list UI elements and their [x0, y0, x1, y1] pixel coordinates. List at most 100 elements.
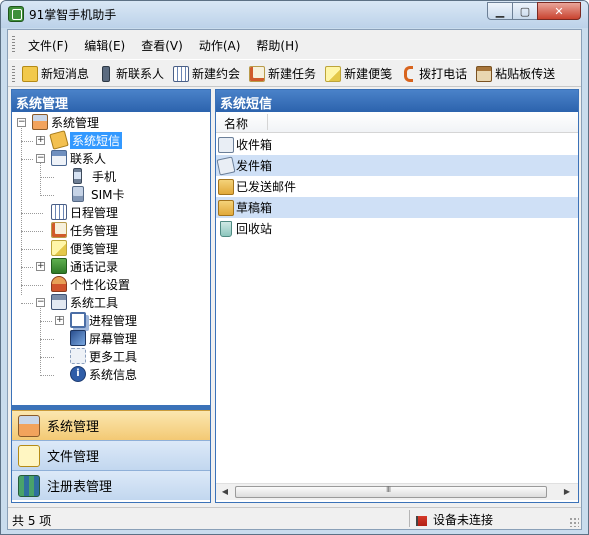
tree-node-label: 任务管理 — [70, 223, 119, 238]
right-panel-header: 系统短信 — [216, 90, 578, 112]
nav-button-label: 注册表管理 — [47, 480, 113, 495]
scroll-right-icon[interactable]: ▶ — [561, 487, 573, 498]
nav-button-label: 系统管理 — [47, 420, 100, 435]
tree-node-mobile[interactable]: 手机 — [70, 167, 116, 185]
tree-node-schedule[interactable]: 日程管理 — [51, 203, 118, 221]
menu-edit[interactable]: 编辑(E) — [84, 37, 125, 54]
tree-node-system-info[interactable]: i 系统信息 — [70, 365, 137, 383]
note-icon — [325, 65, 342, 82]
tree-node-tasks[interactable]: 任务管理 — [51, 221, 118, 239]
connection-status-label: 设备未连接 — [433, 513, 494, 527]
tree-node-label: 联系人 — [70, 151, 107, 166]
tree-node-label: SIM卡 — [91, 187, 125, 202]
menu-file[interactable]: 文件(F) — [28, 37, 68, 54]
navigation-buttons: 系统管理 文件管理 注册表管理 — [12, 410, 210, 500]
nav-button-label: 文件管理 — [47, 450, 100, 465]
menu-grip[interactable] — [12, 36, 15, 52]
maximize-button[interactable]: ▢ — [512, 2, 538, 20]
collapse-system-management[interactable]: − — [17, 118, 26, 127]
new-contact-icon — [102, 65, 111, 82]
horizontal-scrollbar[interactable]: ◀ ▶ — [216, 483, 578, 500]
tree-node-personalization[interactable]: 个性化设置 — [51, 275, 130, 293]
dial-call-button[interactable]: 拨打电话 — [401, 65, 467, 82]
tree-line — [21, 303, 33, 304]
tree-node-label: 日程管理 — [70, 205, 119, 220]
tree-line — [40, 177, 54, 178]
resize-grip[interactable] — [569, 517, 579, 527]
user-settings-icon — [51, 276, 67, 292]
title-bar[interactable]: 91掌智手机助手 ▁ ▢ ✕ — [1, 1, 588, 28]
new-message-button[interactable]: 新短消息 — [22, 65, 89, 82]
menu-view[interactable]: 查看(V) — [141, 37, 183, 54]
contacts-icon — [51, 150, 67, 166]
tree-node-process-management[interactable]: 进程管理 — [70, 311, 137, 329]
new-note-button[interactable]: 新建便笺 — [325, 65, 392, 82]
phone-icon — [404, 65, 414, 82]
close-button[interactable]: ✕ — [537, 2, 581, 20]
tree-node-screen-management[interactable]: 屏幕管理 — [70, 329, 137, 347]
status-divider — [409, 510, 410, 527]
note-icon — [51, 240, 67, 256]
new-contact-button[interactable]: 新联系人 — [98, 65, 164, 82]
sim-icon — [72, 186, 84, 202]
expand-system-sms[interactable]: + — [36, 136, 45, 145]
left-panel-header: 系统管理 — [12, 90, 210, 112]
tree-line — [40, 339, 54, 340]
scroll-left-icon[interactable]: ◀ — [219, 487, 231, 498]
tree-node-label: 便笺管理 — [70, 241, 119, 256]
toolbar-grip[interactable] — [12, 66, 15, 82]
new-note-label: 新建便笺 — [344, 67, 393, 81]
window-controls: ▁ ▢ ✕ — [487, 2, 581, 20]
tree-node-system-sms[interactable]: 系统短信 — [49, 130, 123, 150]
list-item-sent[interactable]: 已发送邮件 — [216, 176, 578, 197]
folder-list: 收件箱 发件箱 已发送邮件 草稿箱 回收站 — [216, 134, 578, 239]
expand-call-log[interactable]: + — [36, 262, 45, 271]
nav-registry-management[interactable]: 注册表管理 — [12, 470, 210, 500]
close-icon: ✕ — [554, 4, 564, 18]
column-header-name[interactable]: 名称 — [216, 112, 578, 133]
task-icon — [249, 65, 266, 82]
tree-node-system-management[interactable]: 系统管理 — [32, 113, 99, 131]
list-item-recycle-bin[interactable]: 回收站 — [216, 218, 578, 239]
list-item-outbox[interactable]: 发件箱 — [216, 155, 578, 176]
file-manager-icon — [18, 444, 40, 467]
tree-node-notes[interactable]: 便笺管理 — [51, 239, 118, 257]
tree-node-label: 系统工具 — [70, 295, 119, 310]
expand-process-management[interactable]: + — [55, 316, 64, 325]
list-item-inbox[interactable]: 收件箱 — [216, 134, 578, 155]
scrollbar-thumb[interactable] — [235, 485, 547, 498]
sent-folder-icon — [218, 178, 234, 195]
new-message-icon — [22, 65, 38, 82]
drafts-folder-icon — [218, 199, 234, 216]
nav-file-management[interactable]: 文件管理 — [12, 440, 210, 470]
tree-node-system-tools[interactable]: 系统工具 — [51, 293, 118, 311]
right-panel: 系统短信 名称 收件箱 发件箱 已发送邮件 草稿箱 回收站 ◀ III ▶ — [215, 89, 579, 503]
new-appointment-label: 新建约会 — [192, 67, 241, 81]
app-icon — [8, 6, 24, 22]
tree-node-more-tools[interactable]: 更多工具 — [70, 347, 137, 365]
tree-node-contacts[interactable]: 联系人 — [51, 149, 106, 167]
tree-node-label: 手机 — [92, 169, 117, 184]
nav-system-management[interactable]: 系统管理 — [12, 410, 210, 440]
calendar-icon — [173, 65, 190, 82]
column-header-label: 名称 — [224, 117, 249, 131]
tree-node-call-log[interactable]: 通话记录 — [51, 257, 118, 275]
list-item-drafts[interactable]: 草稿箱 — [216, 197, 578, 218]
new-appointment-button[interactable]: 新建约会 — [173, 65, 240, 82]
tree-line — [40, 375, 54, 376]
tools-icon — [51, 294, 67, 310]
screen-icon — [70, 330, 86, 346]
menu-help[interactable]: 帮助(H) — [256, 37, 298, 54]
new-task-button[interactable]: 新建任务 — [249, 65, 316, 82]
tree-node-label: 系统信息 — [89, 367, 138, 382]
tree-node-label: 进程管理 — [89, 313, 138, 328]
clipboard-transfer-button[interactable]: 粘贴板传送 — [476, 65, 555, 82]
tree-line — [40, 302, 41, 373]
tree-line — [21, 213, 43, 214]
minimize-button[interactable]: ▁ — [487, 2, 513, 20]
list-item-label: 已发送邮件 — [236, 180, 297, 194]
collapse-system-tools[interactable]: − — [36, 298, 45, 307]
tree-node-sim-card[interactable]: SIM卡 — [70, 185, 125, 203]
menu-action[interactable]: 动作(A) — [199, 37, 241, 54]
collapse-contacts[interactable]: − — [36, 154, 45, 163]
